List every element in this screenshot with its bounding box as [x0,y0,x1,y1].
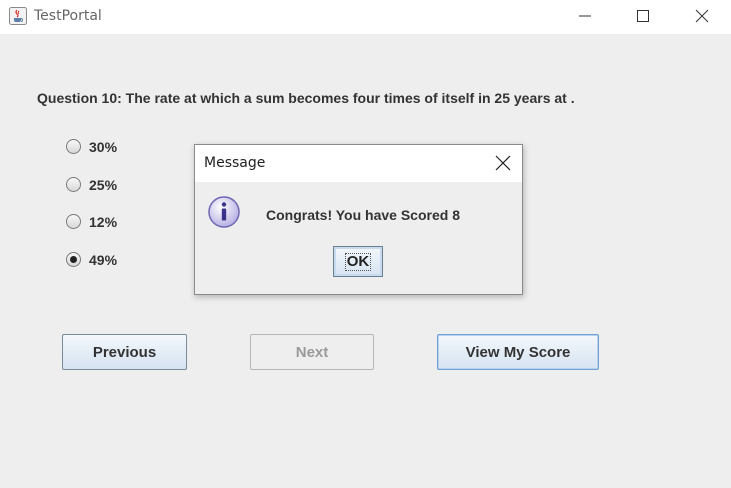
ok-button-label: OK [344,252,372,271]
dialog-title: Message [204,155,266,171]
option-label: 25% [89,177,118,193]
radio-button[interactable] [66,214,81,229]
ok-button[interactable]: OK [333,246,383,277]
view-score-button[interactable]: View My Score [437,334,599,370]
next-button[interactable]: Next [250,334,374,370]
dialog-message: Congrats! You have Scored 8 [266,207,460,223]
maximize-button[interactable] [620,0,666,32]
window-titlebar: TestPortal [0,0,731,34]
question-text: Question 10: The rate at which a sum bec… [37,90,575,106]
window-title: TestPortal [34,8,102,24]
close-icon [695,9,709,23]
option-label: 30% [89,139,118,155]
dialog-titlebar: Message [195,145,522,182]
previous-button[interactable]: Previous [62,334,187,370]
info-icon [208,196,240,228]
minimize-icon [579,15,591,17]
radio-button[interactable] [66,139,81,154]
option-label: 12% [89,214,118,230]
maximize-icon [637,10,649,22]
message-dialog: Message Congrats! You have Scored 8 OK [194,144,523,295]
java-cup-icon [9,7,27,25]
option-label: 49% [89,252,118,268]
dialog-close-icon[interactable] [494,154,512,172]
radio-button-selected[interactable] [66,252,81,267]
minimize-button[interactable] [562,0,608,32]
radio-button[interactable] [66,177,81,192]
close-button[interactable] [679,0,725,32]
